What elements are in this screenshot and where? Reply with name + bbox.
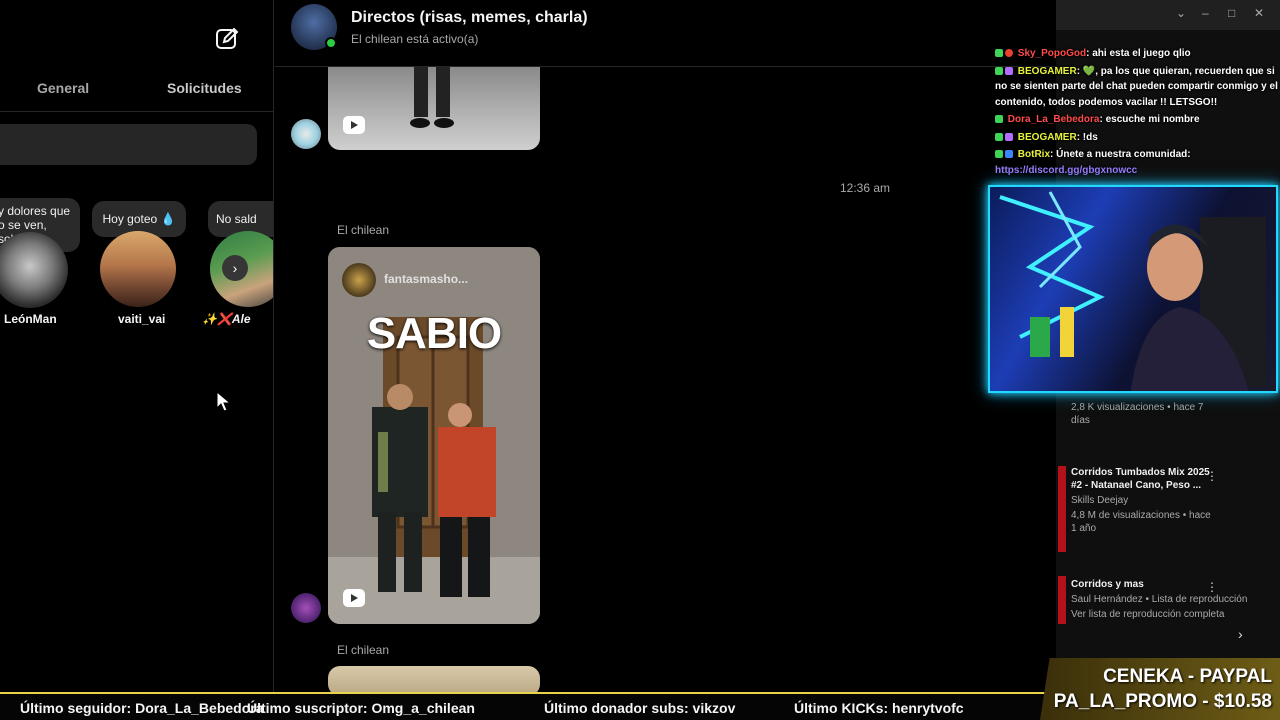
online-status-icon — [325, 37, 337, 49]
badge-icon — [995, 132, 1003, 141]
reel-thumbnail — [328, 247, 540, 624]
chat-username: BotRix — [1017, 149, 1051, 160]
badge-icon — [1005, 150, 1013, 159]
chat-header: Directos (risas, memes, charla) El chile… — [275, 0, 1056, 67]
badge-icon — [1005, 49, 1013, 58]
playlist-meta: Ver lista de reproducción completa — [1071, 609, 1225, 620]
story-name: ✨❌Ale — [202, 312, 251, 326]
sender-avatar[interactable] — [291, 119, 321, 149]
inbox-tabs: General Solicitudes — [0, 70, 273, 112]
chat-username: Sky_PopoGod — [1017, 48, 1087, 59]
sender-avatar[interactable] — [291, 593, 321, 623]
chat-link[interactable]: https://discord.gg/gbgxnowcc — [995, 165, 1137, 176]
chat-message: BEOGAMER: 💚, pa los que quieran, recuerd… — [990, 64, 1280, 111]
video-item[interactable]: Corridos Tumbados Mix 2025 #2 - Natanael… — [1071, 466, 1211, 535]
badge-icon — [995, 49, 1003, 58]
maximize-icon[interactable]: □ — [1228, 6, 1235, 20]
tab-requests[interactable]: Solicitudes — [167, 80, 242, 96]
chat-username: BEOGAMER — [1017, 131, 1077, 143]
shared-reel[interactable] — [328, 666, 540, 692]
browser-titlebar: ⌄ – □ ✕ — [1056, 0, 1280, 30]
chevron-right-icon[interactable]: › — [222, 255, 248, 281]
video-channel: Skills Deejay — [1071, 495, 1129, 506]
close-icon[interactable]: ✕ — [1254, 6, 1264, 20]
last-subscriber: Último suscriptor: Omg_a_chilean — [247, 700, 475, 716]
reel-thumbnail — [410, 67, 454, 128]
video-meta: 2,8 K visualizaciones • hace 7 días — [1071, 402, 1204, 426]
more-options-icon[interactable]: ⋮ — [1206, 469, 1218, 483]
badge-icon — [1005, 132, 1013, 141]
chat-username: Dora_La_Bebedora — [1007, 114, 1100, 125]
badge-icon — [995, 150, 1003, 159]
chat-username: BEOGAMER — [1017, 65, 1077, 77]
chevron-down-icon[interactable]: ⌄ — [1176, 6, 1186, 20]
badge-icon — [995, 115, 1003, 124]
shared-reel[interactable] — [328, 67, 540, 150]
last-follower: Último seguidor: Dora_La_Bebedora — [20, 700, 264, 716]
active-status: El chilean está activo(a) — [351, 32, 479, 46]
story-name: LeónMan — [4, 312, 57, 326]
streamer — [1130, 217, 1266, 391]
promo-line: PA_LA_PROMO - $10.58 — [1053, 691, 1272, 712]
neon-sign — [999, 191, 1105, 357]
post-avatar — [342, 263, 376, 297]
chat-title[interactable]: Directos (risas, memes, charla) — [351, 9, 588, 27]
chevron-right-icon[interactable]: › — [1238, 626, 1243, 642]
play-icon — [343, 116, 365, 134]
compose-icon[interactable] — [214, 26, 240, 52]
chat-text: : ahi esta el juego qlio — [1086, 48, 1191, 59]
chat-text: : Únete a nuestra comunidad: — [1050, 149, 1191, 160]
promo-line: CENEKA - PAYPAL — [1103, 666, 1272, 687]
chat-message: Dora_La_Bebedora: escuche mi nombre — [990, 112, 1280, 128]
tab-general[interactable]: General — [37, 80, 89, 96]
story-name: vaiti_vai — [118, 312, 166, 326]
inbox-panel: General Solicitudes y dolores que o se v… — [0, 0, 274, 692]
play-icon — [343, 589, 365, 607]
sender-name: El chilean — [337, 223, 390, 237]
badge-icon — [995, 66, 1003, 75]
chat-text: : !ds — [1076, 131, 1098, 143]
playlist-channel: Saul Hernández • Lista de reproducción — [1071, 594, 1248, 605]
chat-text: : escuche mi nombre — [1099, 114, 1200, 125]
video-meta: 4,8 M de visualizaciones • hace 1 año — [1071, 510, 1211, 534]
chat-panel: Directos (risas, memes, charla) El chile… — [275, 0, 1056, 692]
last-kicks: Último KICKs: henrytvofc — [794, 700, 964, 716]
video-title: Corridos Tumbados Mix 2025 #2 - Natanael… — [1071, 467, 1210, 491]
story-avatar[interactable] — [0, 232, 68, 308]
video-item[interactable]: 2,8 K visualizaciones • hace 7 días — [1071, 401, 1211, 427]
last-donor: Último donador subs: vikzov — [544, 700, 736, 716]
playlist-thumbnail[interactable] — [1058, 576, 1066, 624]
message-timestamp: 12:36 am — [840, 181, 891, 195]
playlist-title: Corridos y mas — [1071, 579, 1144, 590]
mouse-cursor-icon — [216, 391, 232, 412]
playlist-item[interactable]: Corridos y mas Saul Hernández • Lista de… — [1071, 578, 1248, 621]
more-options-icon[interactable]: ⋮ — [1206, 580, 1218, 594]
video-thumbnail[interactable] — [1058, 466, 1066, 552]
badge-icon — [1005, 66, 1013, 75]
shared-reel[interactable]: fantasmasho... SABIO — [328, 247, 540, 624]
chat-message: BEOGAMER: !ds — [990, 130, 1280, 146]
sender-name: El chilean — [337, 643, 390, 657]
post-headline: SABIO — [366, 309, 502, 358]
promo-banner: CENEKA - PAYPAL PA_LA_PROMO - $10.58 — [1040, 658, 1280, 720]
story-avatar[interactable] — [100, 231, 176, 307]
post-username: fantasmasho... — [384, 272, 469, 286]
webcam-overlay — [988, 185, 1278, 393]
minimize-icon[interactable]: – — [1202, 6, 1209, 20]
chat-message: BotRix: Únete a nuestra comunidad: https… — [990, 147, 1280, 178]
search-input[interactable] — [0, 124, 257, 165]
stream-chat-overlay: Sky_PopoGod: ahi esta el juego qlio BEOG… — [990, 30, 1280, 186]
chat-message: Sky_PopoGod: ahi esta el juego qlio — [990, 46, 1280, 62]
